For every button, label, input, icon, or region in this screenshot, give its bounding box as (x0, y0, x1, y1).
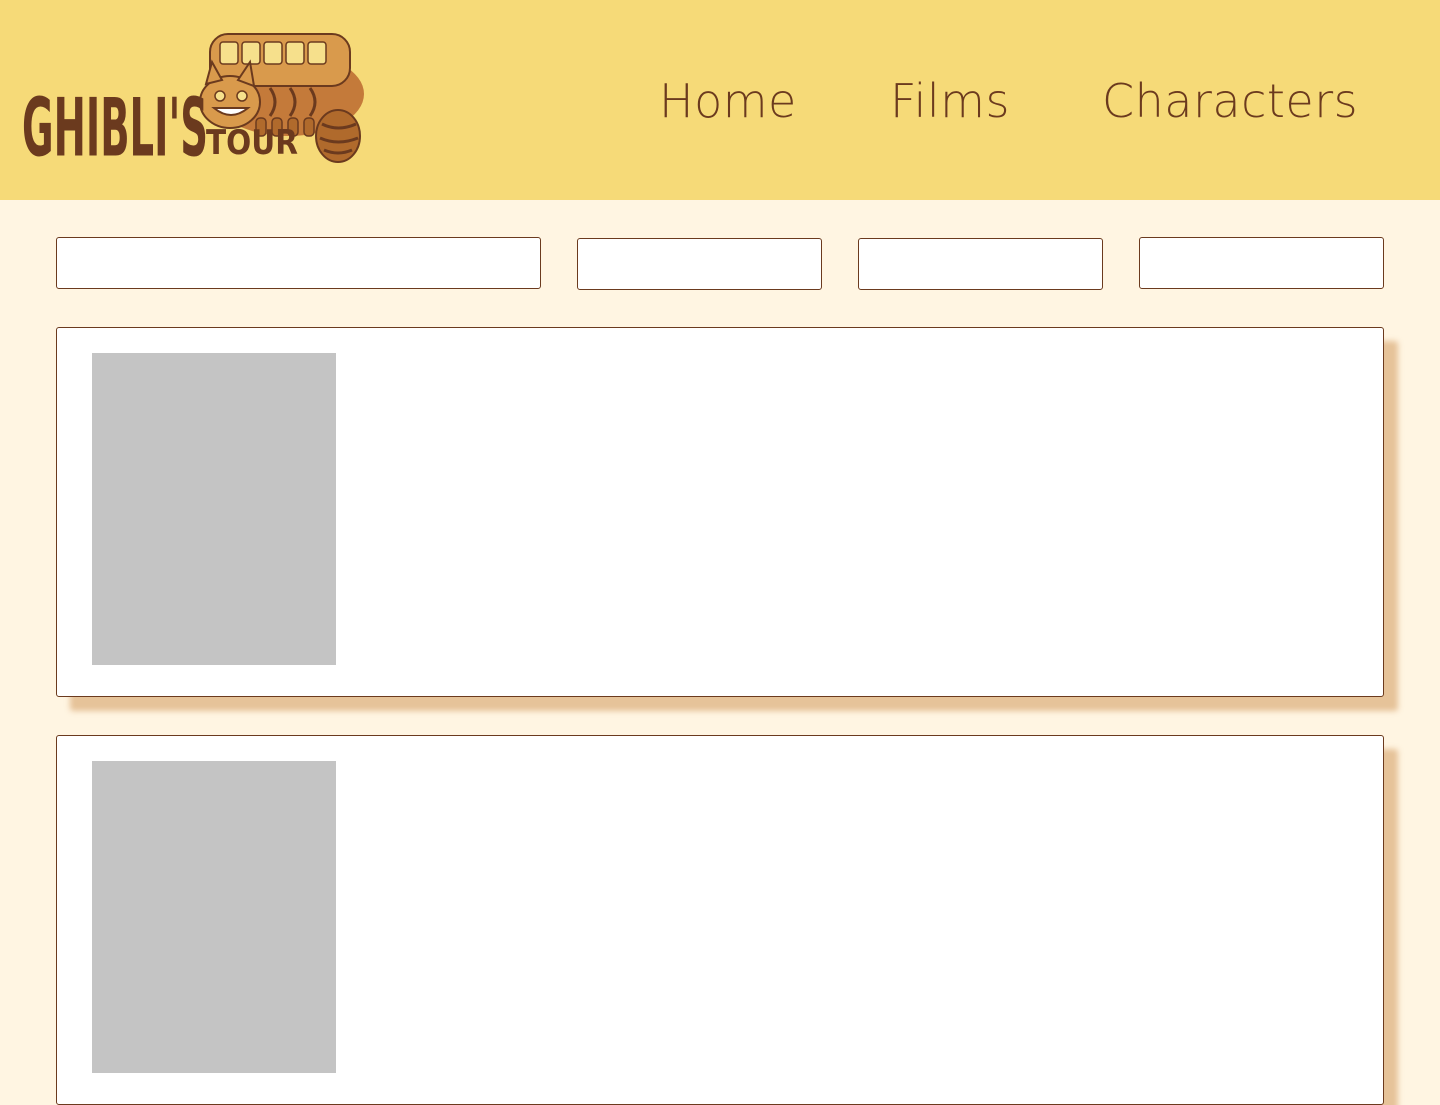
svg-text:GHIBLI'S: GHIBLI'S (22, 81, 208, 168)
search-input[interactable] (56, 237, 541, 289)
filter-field-3[interactable] (1139, 237, 1384, 289)
nav-films[interactable]: Films (890, 74, 1010, 128)
filter-field-1[interactable] (577, 238, 822, 290)
site-header: GHIBLI'S TOUR Home Films Characters (0, 0, 1440, 200)
film-card[interactable] (56, 327, 1384, 697)
catbus-logo-icon: GHIBLI'S TOUR (22, 33, 364, 168)
film-card[interactable] (56, 735, 1384, 1105)
card-image-placeholder (92, 353, 336, 665)
card-image-placeholder (92, 761, 336, 1073)
svg-text:TOUR: TOUR (206, 123, 298, 163)
nav-characters[interactable]: Characters (1102, 74, 1358, 128)
filter-field-2[interactable] (858, 238, 1103, 290)
nav-home[interactable]: Home (659, 74, 797, 128)
site-logo[interactable]: GHIBLI'S TOUR (20, 28, 365, 168)
